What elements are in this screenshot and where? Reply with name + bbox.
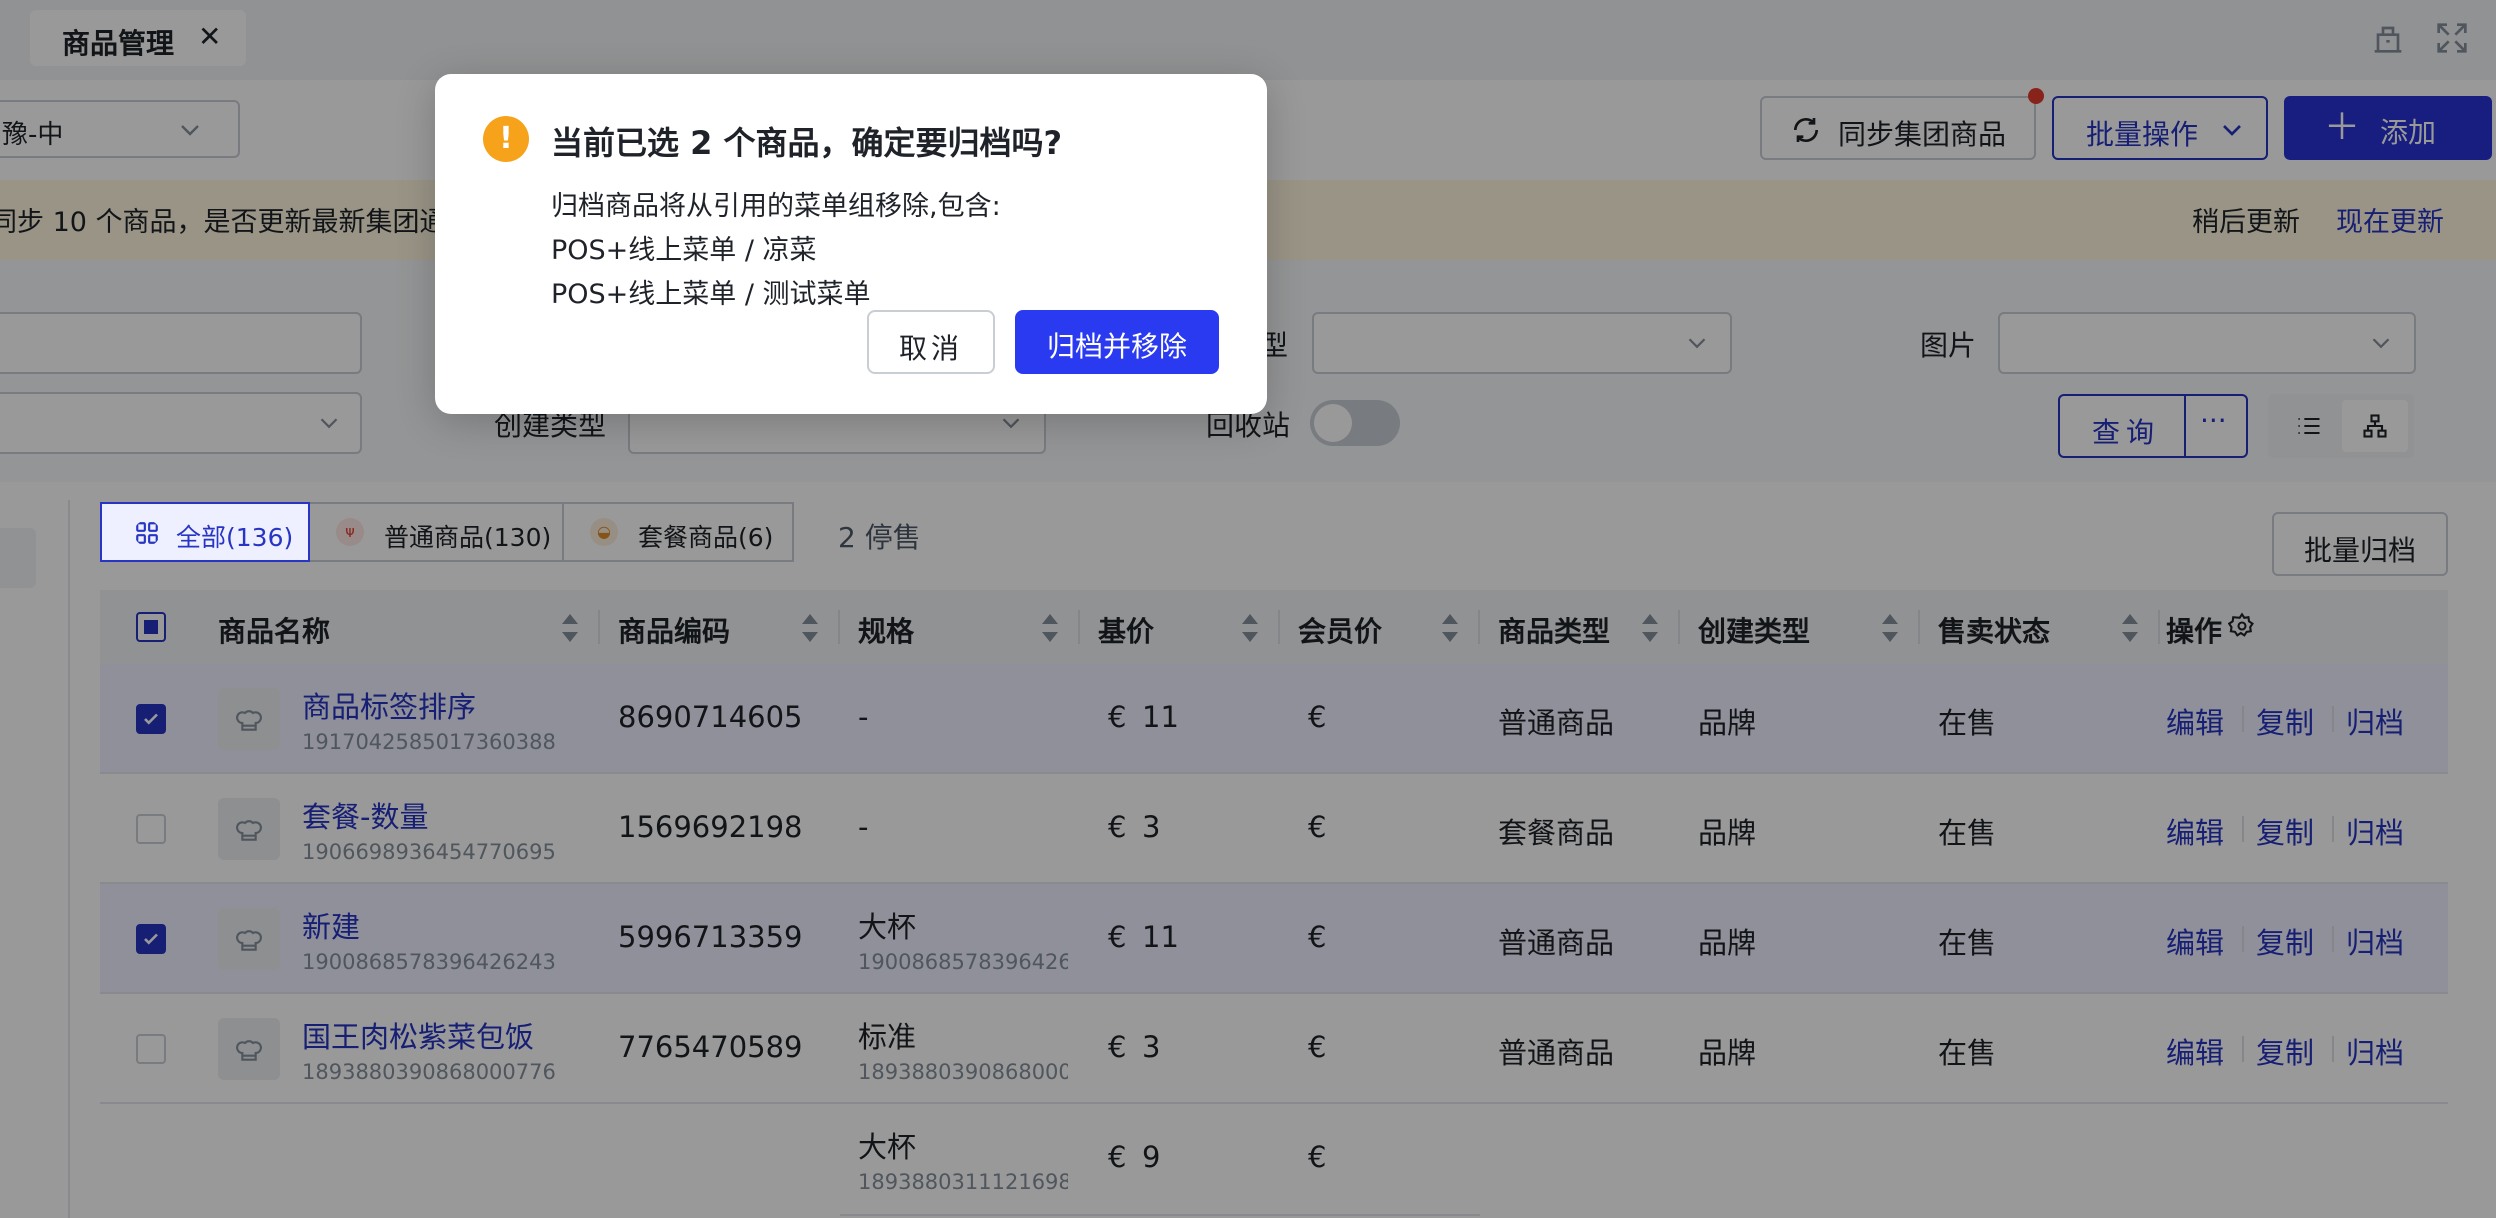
grid-icon <box>136 522 158 544</box>
tab-all[interactable]: 全部(136) <box>100 502 310 562</box>
dialog-title: 当前已选 2 个商品，确定要归档吗? <box>551 124 1063 162</box>
dialog-menu-group: POS+线上菜单 / 测试菜单 <box>551 279 871 310</box>
cancel-button[interactable]: 取消 <box>867 310 995 374</box>
product-management-page: 商品管理 ✕ 豫-中 同步集团商品 批量操作 ＋ 添加 同步 10 个商品，是否… <box>0 0 2496 1218</box>
tab-all-label: 全部(136) <box>176 523 294 552</box>
confirm-button-label: 归档并移除 <box>1046 330 1187 363</box>
archive-confirm-dialog: ! 当前已选 2 个商品，确定要归档吗? 归档商品将从引用的菜单组移除,包含: … <box>435 74 1267 414</box>
archive-and-remove-button[interactable]: 归档并移除 <box>1015 310 1219 374</box>
warning-icon: ! <box>483 116 529 162</box>
dialog-menu-group: POS+线上菜单 / 凉菜 <box>551 235 817 266</box>
cancel-button-label: 取消 <box>898 332 963 365</box>
dialog-description: 归档商品将从引用的菜单组移除,包含: <box>551 191 1001 222</box>
